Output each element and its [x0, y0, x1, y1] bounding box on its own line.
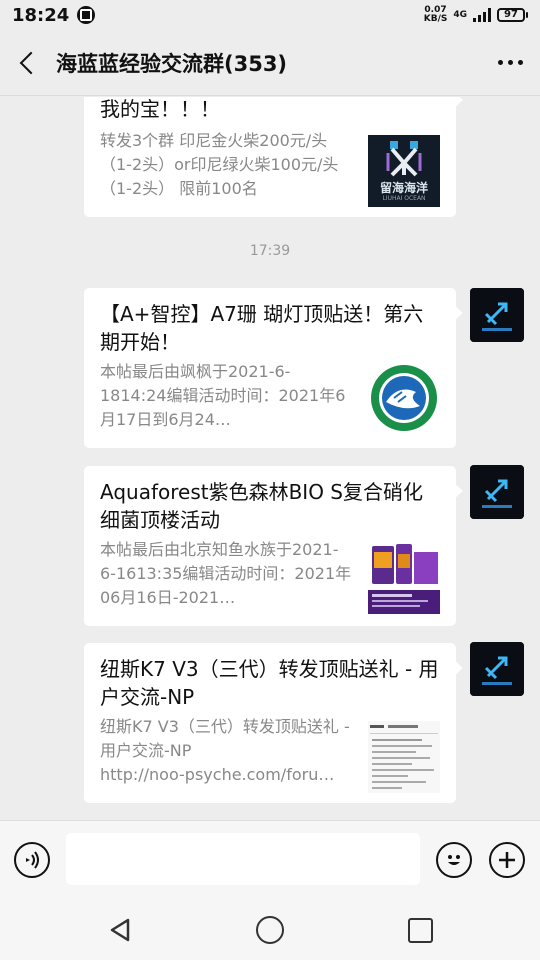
group-member-avatar-icon	[470, 465, 524, 519]
voice-button[interactable]	[14, 842, 50, 878]
link-card-message[interactable]: 我的宝！！！ 转发3个群 印尼金火柴200元/头（1-2头）or印尼绿火柴100…	[84, 97, 463, 217]
network-speed: 0.07 KB/S	[424, 6, 448, 24]
voice-icon	[26, 851, 39, 869]
product-ad-image-icon	[368, 542, 440, 614]
network-speed-unit: KB/S	[423, 14, 448, 24]
link-card-description: 本帖最后由北京知鱼水族于2021-6-1613:35编辑活动时间：2021年06…	[100, 540, 352, 607]
message-input[interactable]	[66, 833, 420, 885]
triangle-back-icon	[110, 918, 130, 942]
time-separator: 17:39	[249, 243, 291, 259]
status-bar: 18:24 0.07 KB/S 4G 97	[0, 0, 540, 30]
avatar[interactable]	[470, 288, 524, 342]
nav-home-button[interactable]	[256, 916, 284, 944]
status-time: 18:24	[12, 4, 70, 26]
link-card-thumbnail	[368, 362, 440, 434]
link-card-title: 纽斯K7 V3（三代）转发顶贴送礼 - 用户交流-NP	[100, 657, 439, 709]
link-card-title: 我的宝！！！	[100, 97, 220, 121]
signal-icon	[473, 8, 491, 22]
avatar[interactable]	[470, 465, 524, 519]
more-functions-button[interactable]	[489, 842, 525, 878]
notification-app-icon	[77, 6, 96, 24]
link-card-thumbnail: 留海海洋 LIUHAI OCEAN	[368, 135, 440, 207]
forum-screenshot-icon	[368, 721, 440, 793]
link-card-thumbnail	[368, 542, 440, 614]
link-card-title: Aquaforest紫色森林BIO S复合硝化细菌顶楼活动	[100, 480, 423, 532]
battery-level: 97	[497, 8, 525, 22]
link-card-message[interactable]: 纽斯K7 V3（三代）转发顶贴送礼 - 用户交流-NP 纽斯K7 V3（三代）转…	[84, 643, 463, 803]
group-member-avatar-icon	[470, 642, 524, 696]
link-card-description: 纽斯K7 V3（三代）转发顶贴送礼 - 用户交流-NP http://noo-p…	[100, 717, 350, 784]
fish-club-logo-icon	[371, 365, 437, 431]
status-indicators: 0.07 KB/S 4G 97	[424, 6, 528, 24]
more-options-button[interactable]	[480, 30, 540, 96]
plus-icon	[499, 852, 515, 868]
avatar[interactable]	[470, 642, 524, 696]
nav-back-button[interactable]	[106, 916, 134, 944]
battery-icon: 97	[497, 8, 528, 22]
link-card-message[interactable]: 【A+智控】A7珊 瑚灯顶贴送！第六期开始！ 本帖最后由飒枫于2021-6-18…	[84, 288, 463, 448]
chat-header: 海蓝蓝经验交流群(353)	[0, 30, 540, 96]
link-card-message[interactable]: Aquaforest紫色森林BIO S复合硝化细菌顶楼活动 本帖最后由北京知鱼水…	[84, 466, 463, 626]
nav-recent-button[interactable]	[408, 918, 433, 943]
link-card-title: 【A+智控】A7珊 瑚灯顶贴送！第六期开始！	[100, 302, 424, 354]
back-button[interactable]	[0, 30, 56, 96]
link-card-description: 转发3个群 印尼金火柴200元/头（1-2头）or印尼绿火柴100元/头（1-2…	[100, 131, 339, 198]
network-type: 4G	[453, 10, 467, 20]
link-card-thumbnail	[368, 721, 440, 793]
more-dots-icon	[497, 60, 503, 65]
thumb-logo-text: 留海海洋	[379, 181, 428, 195]
group-member-avatar-icon	[470, 288, 524, 342]
emoji-icon	[448, 855, 460, 865]
message-list[interactable]: 我的宝！！！ 转发3个群 印尼金火柴200元/头（1-2头）or印尼绿火柴100…	[0, 97, 540, 820]
chat-title: 海蓝蓝经验交流群(353)	[56, 51, 288, 76]
system-nav-bar	[0, 900, 540, 960]
emoji-button[interactable]	[436, 842, 472, 878]
link-card-description: 本帖最后由飒枫于2021-6-1814:24编辑活动时间：2021年6月17日到…	[100, 362, 346, 429]
input-bar	[0, 820, 540, 900]
thumb-logo-subtext: LIUHAI OCEAN	[382, 195, 426, 202]
